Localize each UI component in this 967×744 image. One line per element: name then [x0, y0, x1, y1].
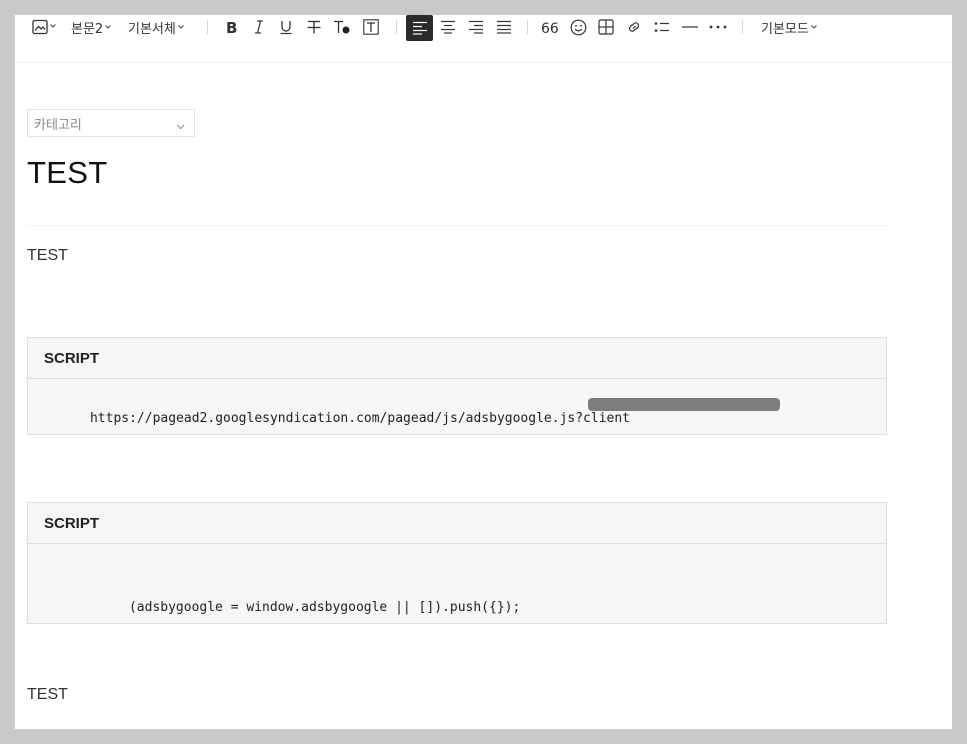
mode-label: 기본모드 [761, 21, 809, 37]
code-text: (adsbygoogle = window.adsbygoogle || [])… [128, 600, 521, 615]
redacted-region [588, 398, 780, 411]
italic-icon [251, 19, 267, 35]
table-icon [598, 19, 614, 35]
toolbar-divider [396, 20, 397, 34]
list-icon [654, 20, 670, 34]
chevron-down-icon [810, 19, 817, 34]
divider-icon [682, 25, 698, 29]
emoji-icon [570, 19, 587, 36]
strikethrough-icon [306, 19, 322, 35]
code-block[interactable]: SCRIPT (adsbygoogle = window.adsbygoogle… [27, 502, 887, 624]
align-right-icon [468, 20, 484, 34]
strikethrough-button[interactable] [302, 15, 326, 39]
align-center-icon [440, 20, 456, 34]
more-button[interactable] [706, 15, 730, 39]
code-block-content[interactable]: (adsbygoogle = window.adsbygoogle || [])… [28, 544, 886, 624]
font-family-dropdown[interactable]: 기본서체 [128, 15, 184, 39]
editor-toolbar: 본문2 기본서체 B 66 기본모드 [15, 15, 952, 63]
text-color-icon [333, 19, 351, 35]
title-divider [27, 225, 887, 226]
paragraph-text[interactable]: TEST [27, 247, 68, 265]
text-color-button[interactable] [330, 15, 354, 39]
align-justify-icon [496, 20, 512, 34]
paragraph-style-label: 본문2 [71, 21, 104, 37]
list-button[interactable] [650, 15, 674, 39]
editor-window: 본문2 기본서체 B 66 기본모드 카테고리 TEST TEST SCRIPT… [15, 15, 952, 729]
paragraph-style-dropdown[interactable]: 본문2 [71, 15, 112, 39]
align-right-button[interactable] [463, 15, 488, 39]
mode-dropdown[interactable]: 기본모드 [761, 15, 817, 39]
post-title[interactable]: TEST [27, 155, 107, 191]
chevron-down-icon [105, 19, 112, 34]
link-icon [626, 19, 642, 35]
code-text: https://pagead2.googlesyndication.com/pa… [89, 411, 631, 426]
quote-icon: 66 [541, 19, 559, 35]
underline-icon [278, 19, 294, 35]
link-button[interactable] [622, 15, 646, 39]
toolbar-divider [527, 20, 528, 34]
italic-button[interactable] [247, 15, 271, 39]
chevron-down-icon [50, 23, 56, 29]
category-placeholder: 카테고리 [34, 117, 82, 133]
text-background-button[interactable] [359, 15, 383, 39]
code-block-content[interactable]: https://pagead2.googlesyndication.com/pa… [28, 379, 886, 435]
category-select[interactable]: 카테고리 [27, 109, 195, 137]
emoji-button[interactable] [566, 15, 590, 39]
underline-button[interactable] [274, 15, 298, 39]
svg-text:B: B [226, 19, 237, 35]
font-family-label: 기본서체 [128, 21, 176, 37]
bold-icon: B [223, 19, 239, 35]
chevron-down-icon [177, 19, 184, 34]
svg-text:66: 66 [541, 21, 559, 35]
quote-button[interactable]: 66 [538, 15, 562, 39]
code-block-header: SCRIPT [28, 338, 886, 379]
bold-button[interactable]: B [219, 15, 243, 39]
align-justify-button[interactable] [491, 15, 516, 39]
chevron-down-icon [176, 119, 185, 134]
more-icon [709, 25, 727, 29]
table-button[interactable] [594, 15, 618, 39]
align-center-button[interactable] [435, 15, 460, 39]
image-icon [32, 19, 48, 35]
align-left-icon [412, 21, 428, 35]
code-block[interactable]: SCRIPT https://pagead2.googlesyndication… [27, 337, 887, 435]
toolbar-divider [207, 20, 208, 34]
text-background-icon [363, 19, 379, 35]
code-block-header: SCRIPT [28, 503, 886, 544]
toolbar-divider [742, 20, 743, 34]
paragraph-text[interactable]: TEST [27, 686, 68, 704]
align-left-button[interactable] [406, 15, 433, 41]
image-dropdown[interactable] [30, 15, 58, 39]
divider-button[interactable] [678, 15, 702, 39]
